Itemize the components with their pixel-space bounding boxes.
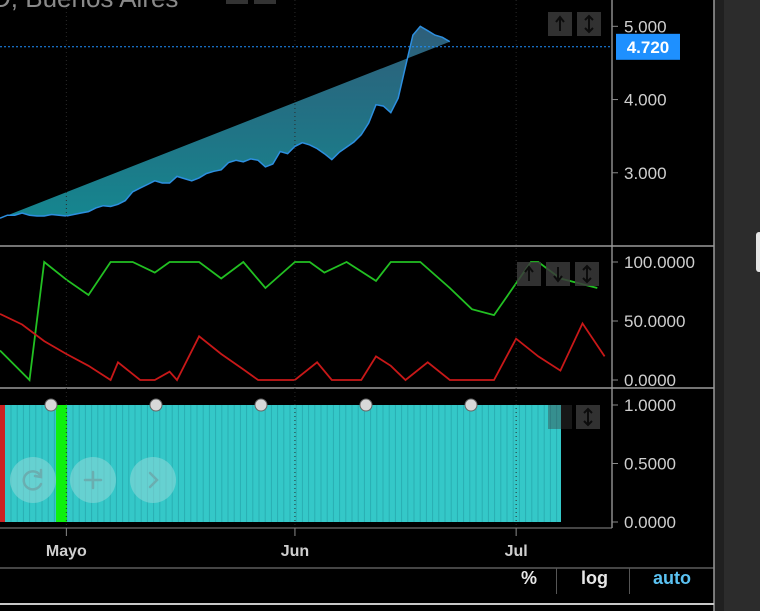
price-y-tick-label: 5.000 [624,17,667,36]
range-handle[interactable] [359,398,373,412]
right-edge-panel [724,0,760,611]
chart[interactable]: D, Buenos Aires 4.720 5.000 4.000 3.000 100… [0,0,760,611]
scale-percent-button[interactable]: % [521,568,537,589]
chevron-right-icon[interactable] [130,457,176,503]
price-panel: 4.720 [0,25,680,219]
title-toggle-2[interactable] [254,0,276,4]
x-tick-label: Mayo [46,543,87,560]
volume-marker-green [56,405,67,522]
nav-button-bg [130,457,176,503]
price-line [0,25,451,219]
last-price-label: 4.720 [627,38,670,57]
refresh-icon[interactable] [10,457,56,503]
osc-y-tick-label: 0.0000 [624,371,676,390]
vol-y-tick-label: 0.0000 [624,513,676,532]
oscillator-panel [0,260,606,382]
x-tick-label: Jun [281,543,309,560]
title-toggle-1[interactable] [226,0,248,4]
price-area [0,26,450,219]
range-handle[interactable] [44,398,58,412]
range-handle[interactable] [254,398,268,412]
arrow-down-icon[interactable] [546,262,570,286]
scale-auto-button[interactable]: auto [653,568,691,589]
x-tick-label: Jul [505,543,528,560]
arrows-vertical-icon[interactable] [577,12,601,36]
price-y-tick-label: 4.000 [624,91,667,110]
arrow-up-icon[interactable] [517,262,541,286]
vol-y-tick-label: 0.5000 [624,455,676,474]
right-edge-tab [756,232,760,272]
plus-icon[interactable] [70,457,116,503]
scale-log-button[interactable]: log [581,568,608,589]
nav-button-bg [10,457,56,503]
vol-y-tick-label: 1.0000 [624,396,676,415]
scale-separator [629,568,630,594]
arrows-vertical-icon[interactable] [575,262,599,286]
scale-separator [556,568,557,594]
icon-button-faded [548,405,572,429]
chart-title: D, Buenos Aires [0,0,178,13]
osc-y-tick-label: 100.0000 [624,253,695,272]
osc-y-tick-label: 50.0000 [624,312,685,331]
oscillator-line-red [0,313,606,382]
price-y-tick-label: 3.000 [624,164,667,183]
arrows-vertical-icon[interactable] [576,405,600,429]
arrow-up-icon[interactable] [548,12,572,36]
range-handle[interactable] [149,398,163,412]
range-handle[interactable] [464,398,478,412]
oscillator-line-green [0,260,598,382]
volume-marker-red [0,405,5,522]
